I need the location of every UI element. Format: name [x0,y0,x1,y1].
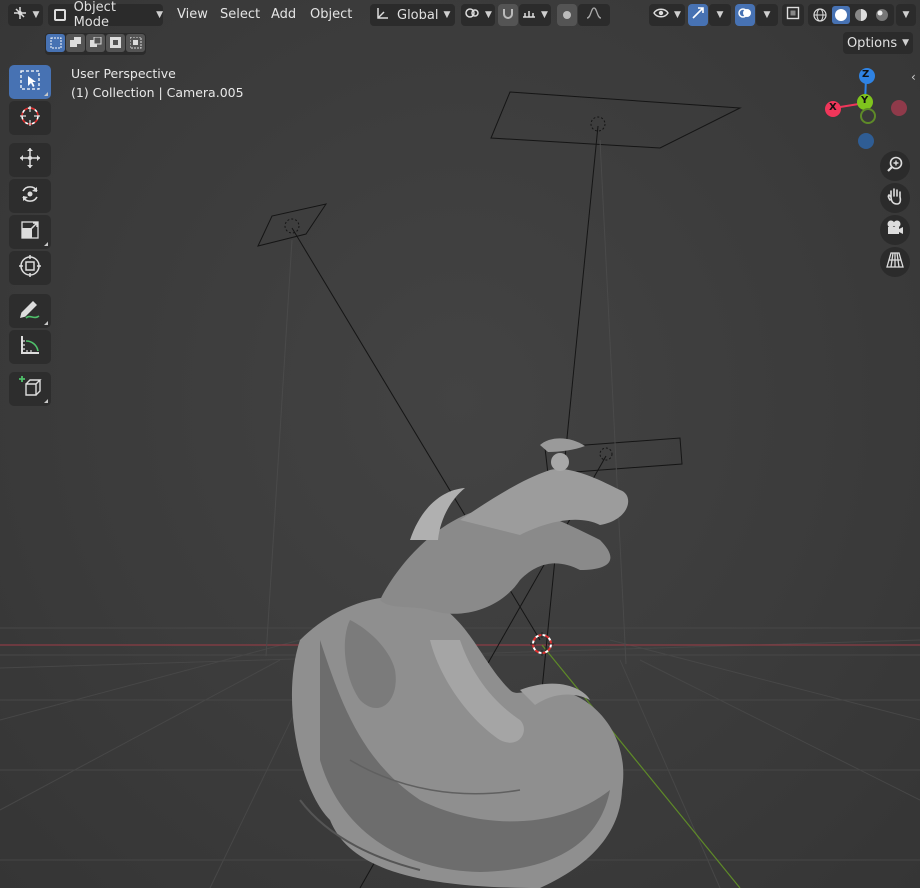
gizmo-z-label: Z [862,69,870,80]
select-difference-icon[interactable] [106,34,125,52]
rotate-icon [18,182,42,210]
snap-increment-icon [522,6,536,24]
select-extend-icon[interactable] [66,34,85,52]
camera-view-button[interactable] [880,215,910,245]
select-intersect-icon[interactable] [126,34,145,52]
chevron-down-icon: ▼ [541,10,548,20]
tool-rotate[interactable] [9,179,51,213]
chevron-down-icon: ▼ [902,38,910,48]
chevron-down-icon: ▼ [763,10,771,20]
pivot-point-selector[interactable]: ▼ [461,4,495,26]
annotate-pencil-icon [18,297,42,325]
chevron-down-icon: ▼ [32,10,40,20]
chevron-down-icon: ▼ [443,10,451,20]
add-cube-icon [18,375,42,403]
menu-add[interactable]: Add [271,5,296,25]
gizmo-x-label: X [829,102,837,113]
tool-annotate[interactable] [9,294,51,328]
transform-orientation-selector[interactable]: Global ▼ [370,4,455,26]
tool-add-cube[interactable] [9,372,51,406]
gizmo-neg-y-handle [860,108,876,124]
editor-type-selector[interactable]: ▼ [8,4,43,26]
selection-mode-group [45,33,146,55]
mode-label: Object Mode [73,0,116,30]
gizmo-neg-z-handle [858,133,874,149]
view3d-icon [12,5,28,25]
camera-icon [885,219,905,241]
hand-icon [886,187,904,209]
shading-mode-group [808,4,894,26]
options-label: Options [846,35,898,51]
xray-toggle[interactable] [782,4,804,26]
shading-dropdown[interactable]: ▼ [896,4,916,26]
proportional-falloff-selector[interactable] [578,4,610,26]
sculpture-mesh [291,438,629,888]
measure-ruler-icon [18,333,42,361]
gizmo-dropdown[interactable]: ▼ [709,4,731,26]
overlays-dropdown[interactable]: ▼ [756,4,778,26]
navigation-gizmo[interactable] [825,68,907,149]
gizmo-toggle[interactable] [688,4,708,26]
menu-select[interactable]: Select [220,5,260,25]
rendered-shading-icon[interactable] [873,6,891,24]
perspective-grid-icon [886,251,904,273]
menu-view[interactable]: View [177,5,208,25]
select-box-icon [19,69,41,95]
3d-viewport[interactable]: Z X Y [0,0,920,888]
pan-button[interactable] [880,183,910,213]
gizmo-neg-x-handle [891,100,907,116]
visibility-selector[interactable]: ▼ [649,4,685,26]
tool-cursor[interactable] [9,101,51,135]
tool-measure[interactable] [9,330,51,364]
gizmo-arrow-icon [691,6,705,24]
scale-icon [19,219,41,245]
gizmo-y-label: Y [861,95,869,106]
viewport-header: ▼ Object Mode ▼ View Select Add Object G… [0,0,920,30]
chevron-left-icon[interactable]: ‹ [911,70,916,84]
transform-icon [18,254,42,282]
tool-move[interactable] [9,143,51,177]
view-name: User Perspective [71,66,176,81]
select-subtract-icon[interactable] [86,34,105,52]
cursor-icon [18,104,42,132]
snap-toggle[interactable] [498,4,518,26]
move-icon [18,146,42,174]
object-info: (1) Collection | Camera.005 [71,85,244,100]
select-new-icon[interactable] [46,34,65,52]
solid-shading-icon[interactable] [831,6,850,24]
proportional-editing-icon [563,11,571,19]
tool-transform[interactable] [9,251,51,285]
wireframe-shading-icon[interactable] [811,6,829,24]
zoom-magnifier-icon [886,155,904,177]
3d-cursor [530,632,554,656]
toggle-perspective-button[interactable] [880,247,910,277]
chevron-down-icon: ▼ [156,10,163,20]
chevron-down-icon: ▼ [485,10,492,20]
tool-select-box[interactable] [9,65,51,99]
zoom-button[interactable] [880,151,910,181]
chevron-down-icon: ▼ [716,10,724,20]
magnet-icon [501,6,515,24]
scene-canvas [0,68,920,888]
material-preview-shading-icon[interactable] [852,6,870,24]
mode-selector[interactable]: Object Mode ▼ [48,0,163,30]
falloff-curve-icon [586,6,602,24]
chevron-down-icon: ▼ [902,10,910,20]
eye-icon [653,7,669,23]
proportional-editing-toggle[interactable] [557,4,577,26]
orientation-label: Global [397,7,439,23]
snap-target-selector[interactable]: ▼ [519,4,551,26]
object-mode-icon [54,9,66,21]
options-dropdown[interactable]: Options ▼ [843,32,913,54]
overlays-icon [738,6,752,24]
tool-scale[interactable] [9,215,51,249]
orientation-axes-icon [375,5,391,25]
pivot-icon [464,5,480,25]
overlays-toggle[interactable] [735,4,755,26]
chevron-down-icon: ▼ [674,10,681,20]
xray-icon [786,6,800,24]
menu-object[interactable]: Object [310,5,352,25]
